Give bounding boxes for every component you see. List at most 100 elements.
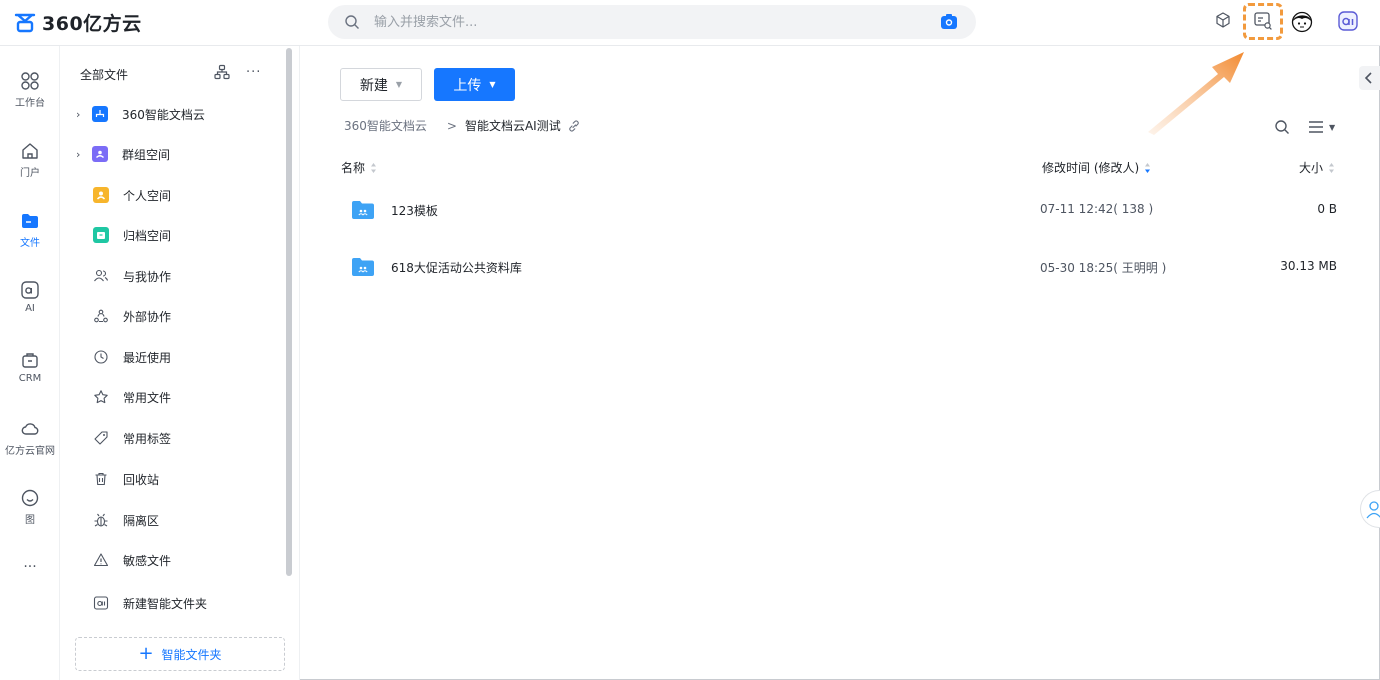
brand-logo[interactable]: 360亿方云 bbox=[14, 9, 142, 36]
sort-icon bbox=[371, 162, 377, 173]
logo-icon bbox=[14, 13, 36, 32]
breadcrumb: 360智能文档云 > 智能文档云AI测试 bbox=[344, 117, 581, 134]
sidebar-item-external-collab[interactable]: 外部协作 bbox=[60, 296, 286, 336]
file-name[interactable]: 123模板 bbox=[391, 202, 438, 219]
rail-item-files[interactable]: 文件 bbox=[0, 211, 60, 259]
chevron-down-icon: ▼ bbox=[395, 80, 403, 89]
view-mode-toggle[interactable]: ▼ bbox=[1308, 120, 1335, 134]
add-smart-folder-button[interactable]: + 智能文件夹 bbox=[75, 637, 285, 671]
sidebar-more-button[interactable]: ··· bbox=[246, 65, 261, 80]
table-row[interactable]: 618大促活动公共资料库 05-30 18:25( 王明明 ) 30.13 MB bbox=[340, 242, 1340, 292]
sidebar-item-archive-space[interactable]: 归档空间 bbox=[60, 215, 286, 255]
sidebar-item-label: 新建智能文件夹 bbox=[123, 596, 208, 611]
sidebar-item-label: 隔离区 bbox=[123, 513, 160, 528]
sidebar-item-recent[interactable]: 最近使用 bbox=[60, 337, 286, 377]
sidebar-item-recycle-bin[interactable]: 回收站 bbox=[60, 459, 286, 499]
new-button-label: 新建 bbox=[359, 77, 388, 94]
sidebar-item-label: 归档空间 bbox=[123, 228, 172, 243]
more-icon: ··· bbox=[23, 559, 37, 575]
clock-icon bbox=[94, 350, 108, 364]
sidebar-item-quarantine[interactable]: 隔离区 bbox=[60, 500, 286, 540]
upload-button[interactable]: 上传 ▼ bbox=[434, 68, 515, 101]
rail-more-button[interactable]: ··· bbox=[0, 556, 60, 604]
person-icon bbox=[93, 187, 109, 203]
add-smart-folder-label: 智能文件夹 bbox=[161, 647, 222, 662]
rail-label: CRM bbox=[18, 373, 42, 384]
sidebar-item-new-smart-folder[interactable]: 新建智能文件夹 bbox=[60, 583, 286, 623]
rail-item-website[interactable]: 亿方云官网 bbox=[0, 419, 60, 467]
list-view-icon bbox=[1309, 121, 1323, 133]
sidebar-item-label: 回收站 bbox=[123, 472, 160, 487]
sidebar-item-label: 敏感文件 bbox=[123, 553, 172, 568]
sidebar-item-label: 常用文件 bbox=[123, 390, 172, 405]
camera-search-icon[interactable] bbox=[940, 13, 958, 31]
sidebar-item-label: 群组空间 bbox=[122, 147, 171, 162]
sidebar-scrollbar[interactable] bbox=[286, 48, 292, 576]
modified-time: 05-30 18:25( 王明明 ) bbox=[1040, 261, 1167, 275]
bug-icon bbox=[94, 513, 108, 527]
smart-folder-icon bbox=[93, 596, 109, 610]
home-icon bbox=[22, 143, 38, 159]
smile-icon bbox=[21, 489, 39, 507]
column-header-name[interactable]: 名称 bbox=[341, 159, 377, 176]
org-tree-icon[interactable] bbox=[214, 64, 230, 80]
link-icon[interactable] bbox=[567, 119, 581, 133]
sidebar-item-label: 360智能文档云 bbox=[122, 107, 205, 122]
sidebar-item-personal-space[interactable]: 个人空间 bbox=[60, 175, 286, 215]
expand-caret-icon[interactable]: › bbox=[76, 108, 92, 121]
org-icon bbox=[92, 106, 108, 122]
search-input[interactable] bbox=[374, 5, 894, 39]
search-icon[interactable] bbox=[1274, 119, 1290, 135]
cloud-icon bbox=[21, 423, 39, 435]
column-header-size[interactable]: 大小 bbox=[1299, 159, 1335, 176]
collapse-panel-button[interactable] bbox=[1359, 66, 1380, 90]
file-tree-sidebar: 全部文件 ··· › 360智能文档云 › 群组空间 个人空间 归档空间 与我协… bbox=[60, 46, 300, 680]
sidebar-item-label: 外部协作 bbox=[123, 309, 172, 324]
ai-assistant-icon[interactable] bbox=[1338, 11, 1358, 31]
file-name[interactable]: 618大促活动公共资料库 bbox=[391, 259, 522, 276]
sidebar-item-favorites[interactable]: 常用文件 bbox=[60, 377, 286, 417]
table-row[interactable]: 123模板 07-11 12:42( 138 ) 0 B bbox=[340, 185, 1340, 235]
chevron-left-icon bbox=[1364, 72, 1372, 84]
file-size: 30.13 MB bbox=[1280, 259, 1337, 273]
rail-item-ai[interactable]: AI bbox=[0, 280, 60, 328]
sidebar-item-group-space[interactable]: › 群组空间 bbox=[60, 134, 286, 174]
breadcrumb-root[interactable]: 360智能文档云 bbox=[344, 117, 427, 134]
star-icon bbox=[94, 390, 108, 404]
new-button[interactable]: 新建 ▼ bbox=[340, 68, 422, 101]
group-icon bbox=[92, 146, 108, 162]
sidebar-item-doc-cloud[interactable]: › 360智能文档云 bbox=[60, 94, 286, 134]
rail-item-workbench[interactable]: 工作台 bbox=[0, 71, 60, 119]
shared-folder-icon bbox=[352, 201, 374, 219]
column-header-label: 名称 bbox=[341, 161, 366, 175]
rail-label: 门户 bbox=[20, 168, 40, 179]
sidebar-item-shared-with-me[interactable]: 与我协作 bbox=[60, 256, 286, 296]
sidebar-item-sensitive-files[interactable]: 敏感文件 bbox=[60, 540, 286, 580]
column-header-modified[interactable]: 修改时间 (修改人) bbox=[1042, 159, 1151, 176]
floating-assistant-tab[interactable] bbox=[1360, 490, 1380, 528]
column-header-label: 修改时间 (修改人) bbox=[1042, 161, 1140, 175]
sidebar-item-tags[interactable]: 常用标签 bbox=[60, 418, 286, 458]
rail-label: AI bbox=[25, 303, 35, 314]
ai-icon bbox=[21, 281, 39, 299]
pointer-arrow-icon bbox=[1148, 52, 1244, 135]
cube-icon[interactable] bbox=[1214, 10, 1232, 30]
search-bar[interactable] bbox=[328, 5, 976, 39]
rail-label: 文件 bbox=[20, 238, 40, 249]
expand-caret-icon[interactable]: › bbox=[76, 148, 92, 161]
assistant-icon bbox=[1366, 501, 1380, 519]
rail-label: 图 bbox=[25, 515, 35, 526]
rail-item-graph[interactable]: 图 bbox=[0, 488, 60, 536]
sidebar-item-label: 个人空间 bbox=[123, 188, 172, 203]
rail-label: 工作台 bbox=[15, 98, 45, 109]
file-size: 0 B bbox=[1317, 202, 1337, 216]
shared-folder-icon bbox=[352, 258, 374, 276]
folder-icon bbox=[22, 214, 38, 228]
chevron-down-icon: ▼ bbox=[1329, 122, 1336, 132]
avatar[interactable] bbox=[1291, 10, 1313, 34]
breadcrumb-current: 智能文档云AI测试 bbox=[464, 119, 561, 133]
rail-item-crm[interactable]: CRM bbox=[0, 350, 60, 398]
warning-icon bbox=[93, 553, 109, 567]
column-header-label: 大小 bbox=[1299, 161, 1324, 175]
rail-item-portal[interactable]: 门户 bbox=[0, 141, 60, 189]
